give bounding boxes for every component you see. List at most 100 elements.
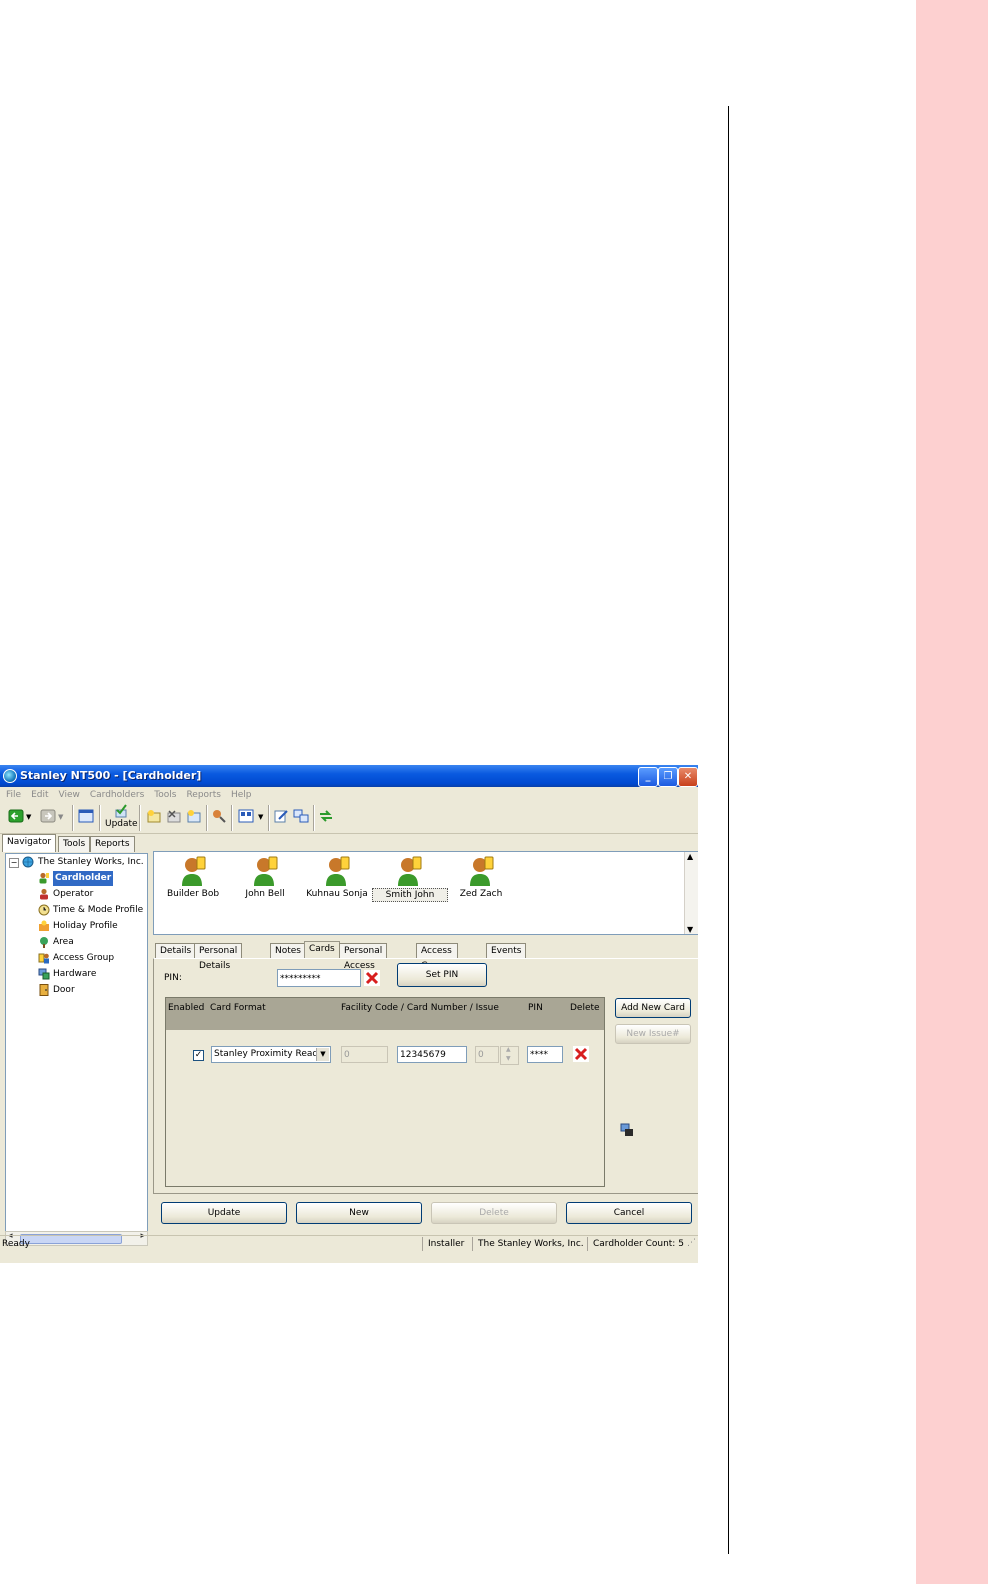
resize-grip-icon[interactable]: ⋰ <box>687 1238 696 1248</box>
tab-cards[interactable]: Cards <box>304 941 340 959</box>
menu-cardholders[interactable]: Cardholders <box>90 787 144 803</box>
app-window: Stanley NT500 - [Cardholder] _ ❐ ✕ File E… <box>0 765 698 1263</box>
status-cardholder-count: Cardholder Count: 5 <box>587 1237 684 1251</box>
find-person-icon[interactable] <box>211 809 227 823</box>
menu-help[interactable]: Help <box>231 787 252 803</box>
globe-icon <box>22 856 34 868</box>
cardholder-icon <box>470 856 494 886</box>
add-record-icon[interactable] <box>146 809 162 823</box>
delete-card-icon[interactable] <box>573 1046 589 1062</box>
menu-bar: File Edit View Cardholders Tools Reports Help <box>0 787 698 803</box>
tab-events[interactable]: Events <box>486 943 527 959</box>
back-icon[interactable] <box>8 809 24 823</box>
column-enabled: Enabled <box>168 1003 205 1013</box>
close-button[interactable]: ✕ <box>678 767 698 787</box>
delete-button: Delete <box>431 1202 557 1224</box>
delete-record-icon[interactable] <box>166 809 182 823</box>
new-button[interactable]: New <box>296 1202 422 1224</box>
page-margin-band <box>916 0 988 1584</box>
toolbar-separator <box>206 805 208 831</box>
toolbar-separator <box>268 805 270 831</box>
set-pin-button[interactable]: Set PIN <box>397 963 487 987</box>
toolbar-separator <box>139 805 141 831</box>
status-ready: Ready <box>2 1239 30 1249</box>
column-delete: Delete <box>570 1003 600 1013</box>
title-bar[interactable]: Stanley NT500 - [Cardholder] _ ❐ ✕ <box>0 765 698 787</box>
tab-details[interactable]: Details <box>155 943 197 959</box>
chevron-down-icon[interactable]: ▼ <box>316 1048 329 1061</box>
cancel-button[interactable]: Cancel <box>566 1202 692 1224</box>
tab-access-groups[interactable]: Access Groups <box>416 943 459 971</box>
window-list-icon[interactable] <box>78 809 94 823</box>
navigator-tree: − The Stanley Works, Inc. Cardholder Ope… <box>5 853 148 1233</box>
minimize-button[interactable]: _ <box>638 767 658 787</box>
list-item-selected[interactable]: Smith John <box>372 856 448 902</box>
cards-grid: Enabled Card Format Facility Code / Card… <box>165 997 605 1187</box>
menu-edit[interactable]: Edit <box>31 787 48 803</box>
scroll-down-icon[interactable]: ▼ <box>687 925 693 934</box>
cardholder-list: Builder Bob John Bell Kuhnau Sonja Smith… <box>153 851 698 935</box>
card-pin-field[interactable]: **** <box>527 1046 563 1063</box>
clock-icon <box>38 904 50 916</box>
tab-notes[interactable]: Notes <box>270 943 306 959</box>
list-item[interactable]: Builder Bob <box>156 856 230 900</box>
cardholder-icon <box>326 856 350 886</box>
status-user: Installer <box>422 1237 464 1251</box>
toolbar-separator <box>231 805 233 831</box>
cardholder-icon <box>39 872 49 884</box>
list-item[interactable]: John Bell <box>228 856 302 900</box>
toolbar-separator <box>313 805 315 831</box>
forward-icon[interactable] <box>40 809 56 823</box>
tab-personal-details[interactable]: Personal Details <box>194 943 243 971</box>
restore-button[interactable]: ❐ <box>658 767 678 787</box>
status-company: The Stanley Works, Inc. <box>472 1237 584 1251</box>
forward-dropdown-icon[interactable]: ▼ <box>58 813 63 821</box>
toolbar: ▼ ▼ Update ▼ <box>0 803 698 834</box>
cardholder-icon <box>398 856 422 886</box>
view-mode-icon[interactable] <box>238 809 254 823</box>
pin-label: PIN: <box>164 973 182 983</box>
add-new-card-button[interactable]: Add New Card <box>615 998 691 1018</box>
tab-navigator[interactable]: Navigator <box>2 834 57 852</box>
tab-tools[interactable]: Tools <box>58 836 91 852</box>
menu-reports[interactable]: Reports <box>186 787 221 803</box>
menu-tools[interactable]: Tools <box>154 787 176 803</box>
enabled-checkbox[interactable]: ✓ <box>193 1050 204 1061</box>
update-button[interactable]: Update <box>161 1202 287 1224</box>
view-mode-dropdown-icon[interactable]: ▼ <box>258 813 263 821</box>
edit-note-icon[interactable] <box>273 809 289 823</box>
menu-view[interactable]: View <box>59 787 80 803</box>
list-item[interactable]: Zed Zach <box>444 856 518 900</box>
new-issue-button: New Issue# <box>615 1024 691 1044</box>
scroll-up-icon[interactable]: ▲ <box>687 852 693 861</box>
issue-stepper: ▲ ▼ <box>500 1046 519 1065</box>
update-toolbar-label[interactable]: Update <box>105 819 138 829</box>
operator-icon <box>40 888 48 900</box>
transfer-icon[interactable] <box>293 809 309 823</box>
tab-reports[interactable]: Reports <box>90 836 135 852</box>
stepper-up-icon: ▲ <box>506 1046 511 1053</box>
page-divider-line <box>728 106 729 1554</box>
card-number-field[interactable]: 12345679 <box>397 1046 467 1063</box>
toolbar-separator <box>72 805 74 831</box>
copy-record-icon[interactable] <box>186 809 202 823</box>
sync-icon[interactable] <box>318 809 334 823</box>
tree-collapse-icon[interactable]: − <box>9 858 19 868</box>
access-group-icon <box>38 953 49 964</box>
toolbar-separator <box>99 805 101 831</box>
menu-file[interactable]: File <box>6 787 21 803</box>
hardware-icon <box>38 968 50 980</box>
column-card-format: Card Format <box>210 1003 266 1013</box>
card-reader-icon <box>620 1123 633 1136</box>
pin-input[interactable]: ********* <box>277 969 361 987</box>
app-globe-icon <box>3 769 17 783</box>
back-dropdown-icon[interactable]: ▼ <box>26 813 31 821</box>
tab-personal-access[interactable]: Personal Access <box>339 943 388 971</box>
list-item[interactable]: Kuhnau Sonja <box>300 856 374 900</box>
card-format-select[interactable]: Stanley Proximity Reade ▼ <box>211 1046 331 1063</box>
cardholder-list-scrollbar[interactable]: ▲ ▼ <box>684 852 698 934</box>
stepper-down-icon: ▼ <box>506 1055 511 1062</box>
update-icon[interactable] <box>113 804 129 818</box>
cardholder-icon <box>182 856 206 886</box>
clear-pin-icon[interactable] <box>364 970 380 986</box>
